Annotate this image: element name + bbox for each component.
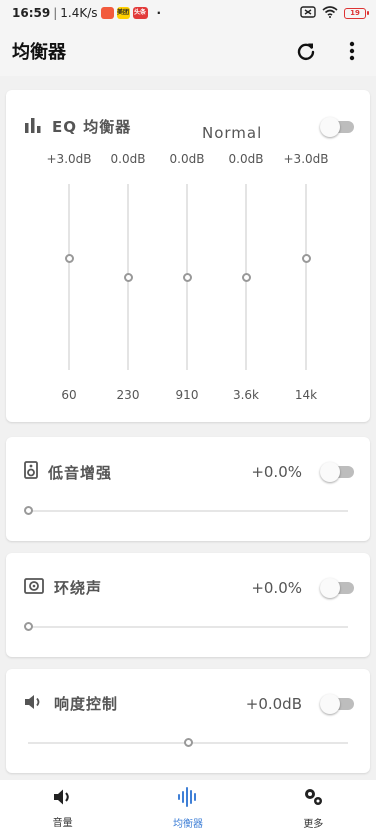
surround-toggle[interactable] (320, 577, 354, 598)
eq-band-frequency: 3.6k (232, 388, 260, 402)
eq-title: EQ 均衡器 (52, 118, 132, 136)
surround-title: 环绕声 (54, 579, 103, 597)
status-separator: | (53, 6, 58, 20)
bass-card: 低音增强 +0.0% (6, 437, 370, 541)
surround-icon (24, 577, 44, 598)
eq-card: EQ 均衡器 Normal +3.0dB 60 0.0dB 230 0.0dB 910 0.… (6, 90, 370, 422)
status-bar: 16:59 | 1.4K/s 美团 头条 · 19 (0, 0, 376, 26)
wifi-icon (322, 5, 338, 21)
eq-band-gain: 0.0dB (110, 152, 146, 166)
nav-more[interactable]: 更多 (251, 780, 376, 837)
bass-title: 低音增强 (48, 463, 113, 482)
eq-band-thumb[interactable] (123, 272, 133, 282)
loudness-value: +0.0dB (245, 694, 302, 713)
volume-icon (53, 788, 73, 810)
eq-header: EQ 均衡器 (24, 116, 354, 137)
eq-band-frequency: 14k (294, 388, 318, 402)
app-bar: 均衡器 (0, 26, 376, 76)
surround-value: +0.0% (251, 578, 302, 597)
nav-volume[interactable]: 音量 (0, 780, 125, 837)
more-vert-icon[interactable] (340, 39, 364, 63)
loudness-card: 响度控制 +0.0dB (6, 669, 370, 773)
eq-band-thumb[interactable] (182, 272, 192, 282)
equalizer-bars-icon (24, 117, 42, 137)
more-settings-icon (302, 787, 324, 811)
page-title: 均衡器 (12, 42, 66, 63)
eq-band-frequency: 60 (61, 388, 77, 402)
loudness-toggle-knob (320, 693, 340, 714)
eq-band-thumb[interactable] (301, 253, 311, 263)
surround-slider[interactable] (23, 622, 348, 631)
battery-icon: 19 (344, 7, 369, 19)
speaker-icon (24, 461, 38, 483)
status-time: 16:59 (12, 6, 51, 20)
loudness-slider-thumb[interactable] (183, 738, 193, 747)
refresh-icon[interactable] (294, 39, 318, 63)
bass-header: 低音增强 +0.0% (24, 461, 354, 483)
nav-equalizer[interactable]: 均衡器 (125, 780, 250, 837)
surround-toggle-knob (320, 577, 340, 598)
status-dot: · (156, 6, 162, 20)
equalizer-wave-icon (177, 787, 199, 811)
loudness-toggle[interactable] (320, 693, 354, 714)
bass-toggle[interactable] (320, 462, 354, 482)
eq-band-thumb[interactable] (64, 253, 74, 263)
nav-equalizer-label: 均衡器 (172, 819, 203, 830)
surround-card: 环绕声 +0.0% (6, 553, 370, 657)
eq-toggle[interactable] (320, 116, 354, 137)
eq-preset-selector[interactable]: Normal (202, 124, 262, 142)
surround-header: 环绕声 +0.0% (24, 577, 354, 598)
eq-band-slider[interactable] (305, 184, 307, 370)
notification-icon-app1 (100, 7, 114, 19)
bass-value: +0.0% (251, 463, 302, 481)
notification-icon-meituan: 美团 (116, 7, 130, 19)
eq-band-gain: +3.0dB (46, 152, 92, 166)
eq-band-gain: 0.0dB (228, 152, 264, 166)
eq-band-frequency: 230 (116, 388, 140, 402)
bottom-nav: 音量 均衡器 更多 (0, 780, 376, 837)
eq-band-gain: 0.0dB (169, 152, 205, 166)
eq-band-slider[interactable] (68, 184, 70, 370)
nav-volume-label: 音量 (52, 818, 73, 829)
eq-band-thumb[interactable] (241, 272, 251, 282)
bass-slider-thumb[interactable] (23, 506, 33, 515)
eq-band-frequency: 910 (175, 388, 199, 402)
loudness-title: 响度控制 (54, 695, 119, 713)
eq-band-gain: +3.0dB (283, 152, 329, 166)
bass-toggle-knob (320, 462, 340, 482)
bass-slider[interactable] (23, 506, 348, 515)
notification-icon-toutiao: 头条 (132, 7, 148, 19)
sim-icon (300, 5, 316, 21)
surround-slider-thumb[interactable] (23, 622, 33, 631)
eq-toggle-knob (320, 116, 340, 137)
loudness-slider[interactable] (28, 738, 348, 747)
volume-icon (24, 694, 44, 714)
status-net-speed: 1.4K/s (60, 6, 98, 20)
loudness-header: 响度控制 +0.0dB (24, 693, 354, 714)
nav-more-label: 更多 (303, 819, 324, 830)
